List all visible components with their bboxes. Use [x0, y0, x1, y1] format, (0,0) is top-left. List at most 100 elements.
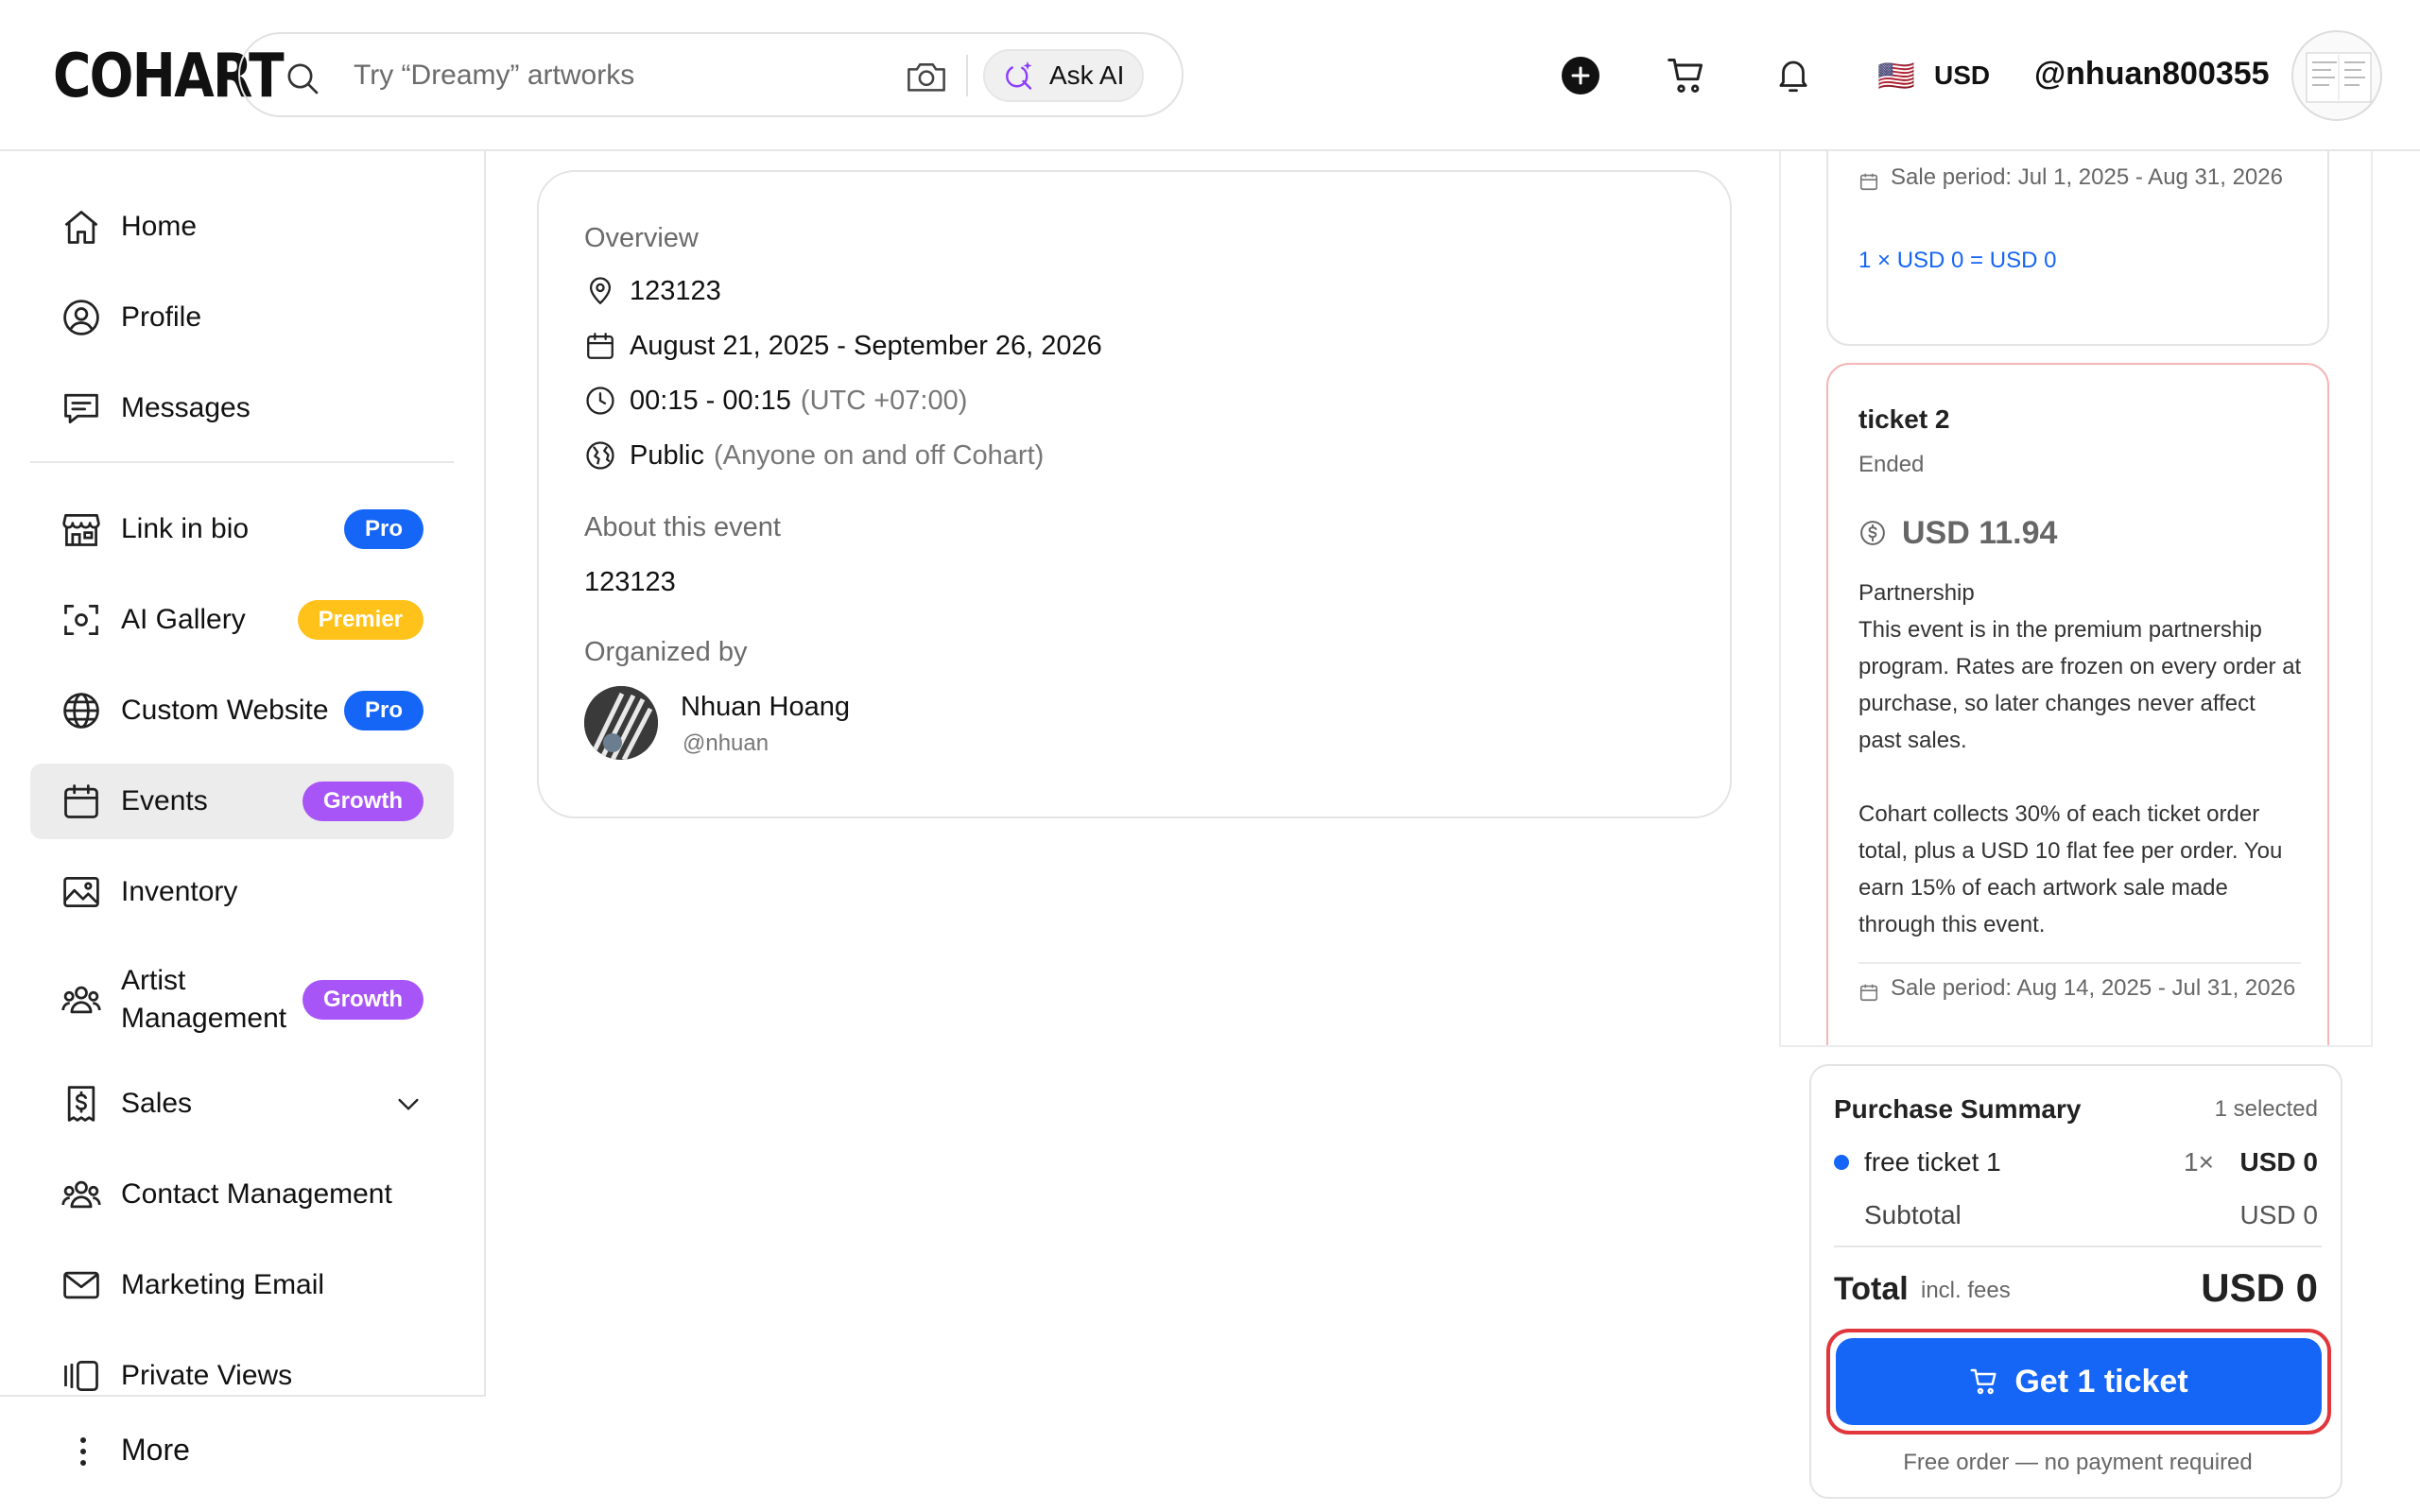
get-ticket-label: Get 1 ticket — [2014, 1363, 2188, 1400]
get-ticket-button[interactable]: Get 1 ticket — [1836, 1338, 2322, 1425]
sidebar-item-label: Marketing Email — [121, 1269, 325, 1300]
plus-icon — [1571, 66, 1590, 85]
top-header: COHART Ask AI 🇺🇸 USD @nhuan800355 — [0, 0, 2420, 151]
ticket-card[interactable]: Sale period: Jul 1, 2025 - Aug 31, 2026 … — [1826, 151, 2329, 346]
pro-badge: Pro — [343, 509, 424, 549]
bell-icon[interactable] — [1773, 55, 1813, 96]
ask-ai-button[interactable]: Ask AI — [983, 49, 1144, 102]
pro-badge: Pro — [343, 691, 424, 730]
search-bar[interactable]: Ask AI — [238, 32, 1184, 117]
summary-item-qty: 1× — [2184, 1147, 2214, 1177]
organizer-avatar-image — [584, 686, 658, 760]
home-icon — [64, 211, 98, 244]
sidebar: Home Profile Messages Link in bio Pro AI… — [0, 151, 486, 1512]
sidebar-item-home[interactable]: Home — [30, 189, 454, 265]
ticket-name: ticket 2 — [1858, 404, 1950, 434]
create-button[interactable] — [1562, 57, 1599, 94]
sale-period-text: Sale period: Jul 1, 2025 - Aug 31, 2026 — [1891, 164, 2283, 190]
sidebar-item-label: Events — [121, 785, 208, 816]
sidebar-item-sales[interactable]: Sales — [30, 1066, 454, 1142]
contacts-icon — [61, 1180, 101, 1209]
ai-scan-icon — [64, 604, 98, 636]
sidebar-item-label: Artist Management — [121, 965, 287, 1034]
time-text: 00:15 - 00:15 — [630, 386, 791, 416]
sidebar-item-label: Home — [121, 211, 198, 242]
sidebar-divider — [30, 461, 454, 463]
search-icon — [287, 63, 319, 94]
growth-badge: Growth — [302, 782, 424, 821]
sidebar-item-label: Custom Website — [121, 695, 329, 726]
sidebar-item-inventory[interactable]: Inventory — [30, 854, 454, 930]
event-visibility: Public (Anyone on and off Cohart) — [584, 438, 1044, 472]
sale-period: Sale period: Aug 14, 2025 - Jul 31, 2026 — [1858, 973, 2303, 1004]
sidebar-item-artist-management[interactable]: Artist Management Growth — [30, 954, 454, 1045]
summary-item-price: USD 0 — [2239, 1147, 2318, 1177]
premier-badge: Premier — [297, 600, 424, 640]
selected-count: 1 selected — [2214, 1096, 2318, 1122]
sidebar-item-link-in-bio[interactable]: Link in bio Pro — [30, 491, 454, 567]
more-label: More — [121, 1433, 190, 1467]
sidebar-item-label: AI Gallery — [121, 604, 246, 635]
sidebar-item-label: Sales — [121, 1088, 193, 1119]
visibility-note: (Anyone on and off Cohart) — [714, 440, 1045, 471]
total-label: Total — [1834, 1271, 1909, 1307]
ticket-price: USD 11.94 — [1858, 512, 2057, 554]
fees-label: incl. fees — [1921, 1278, 2011, 1303]
us-flag-icon[interactable]: 🇺🇸 — [1877, 59, 1915, 93]
ticket-status: Ended — [1858, 452, 1925, 477]
avatar-image — [2306, 52, 2372, 103]
ask-ai-label: Ask AI — [1049, 60, 1125, 90]
sidebar-item-messages[interactable]: Messages — [30, 370, 454, 446]
sidebar-item-profile[interactable]: Profile — [30, 280, 454, 355]
about-text: 123123 — [584, 567, 676, 597]
camera-icon[interactable] — [906, 59, 947, 94]
cart-icon[interactable] — [1666, 55, 1707, 96]
image-icon — [63, 876, 99, 908]
messages-icon — [64, 393, 98, 424]
sidebar-item-events[interactable]: Events Growth — [30, 764, 454, 839]
storefront-icon — [62, 513, 100, 546]
sidebar-item-label: Link in bio — [121, 513, 250, 544]
sidebar-more[interactable]: More — [0, 1395, 486, 1512]
sidebar-item-custom-website[interactable]: Custom Website Pro — [30, 673, 454, 748]
currency-selector[interactable]: USD — [1934, 59, 1990, 93]
mail-icon — [63, 1271, 99, 1299]
chevron-down-icon[interactable] — [393, 1089, 424, 1119]
item-dot-icon — [1834, 1155, 1849, 1170]
subtotal-label: Subtotal — [1864, 1200, 1962, 1229]
globe-icon — [63, 693, 99, 729]
organizer-name[interactable]: Nhuan Hoang — [681, 690, 850, 724]
organizer-avatar[interactable] — [584, 686, 658, 760]
sidebar-item-label: Profile — [121, 301, 202, 333]
profile-icon — [63, 300, 99, 335]
sidebar-item-contact-management[interactable]: Contact Management — [30, 1157, 454, 1232]
purchase-summary-card: Purchase Summary 1 selected free ticket … — [1809, 1064, 2342, 1499]
dollar-doc-icon — [67, 1086, 95, 1122]
location-pin-icon — [589, 277, 612, 304]
focus-ring: Get 1 ticket — [1826, 1329, 2331, 1435]
dollar-circle-icon — [1860, 521, 1885, 545]
summary-divider — [1834, 1246, 2322, 1247]
ticket-description: Partnership This event is in the premium… — [1858, 580, 2302, 937]
overview-heading: Overview — [584, 223, 699, 253]
sale-period: Sale period: Jul 1, 2025 - Aug 31, 2026 — [1858, 163, 2303, 193]
organizer-handle[interactable]: @nhuan — [683, 730, 769, 758]
user-avatar[interactable] — [2291, 30, 2382, 121]
organized-by-heading: Organized by — [584, 637, 748, 667]
total-value: USD 0 — [2201, 1265, 2318, 1310]
summary-title: Purchase Summary — [1834, 1094, 2082, 1124]
sidebar-item-label: Inventory — [121, 876, 238, 907]
sidebar-item-ai-gallery[interactable]: AI Gallery Premier — [30, 582, 454, 658]
ticket-card-ticket-2[interactable]: ticket 2 Ended USD 11.94 Partnership Thi… — [1826, 363, 2329, 1081]
subtotal-value: USD 0 — [2239, 1200, 2318, 1229]
cart-icon — [1970, 1368, 1996, 1395]
sidebar-item-label: Private Views — [121, 1360, 293, 1391]
username[interactable]: @nhuan800355 — [2034, 55, 2270, 93]
public-globe-icon — [586, 441, 614, 470]
visibility-text: Public — [630, 440, 704, 471]
sidebar-item-label: Messages — [121, 392, 251, 423]
sidebar-item-marketing-email[interactable]: Marketing Email — [30, 1247, 454, 1323]
summary-item-name: free ticket 1 — [1864, 1147, 2001, 1177]
ticket-price-value: USD 11.94 — [1902, 515, 2058, 551]
ticket-divider — [1858, 962, 2301, 964]
